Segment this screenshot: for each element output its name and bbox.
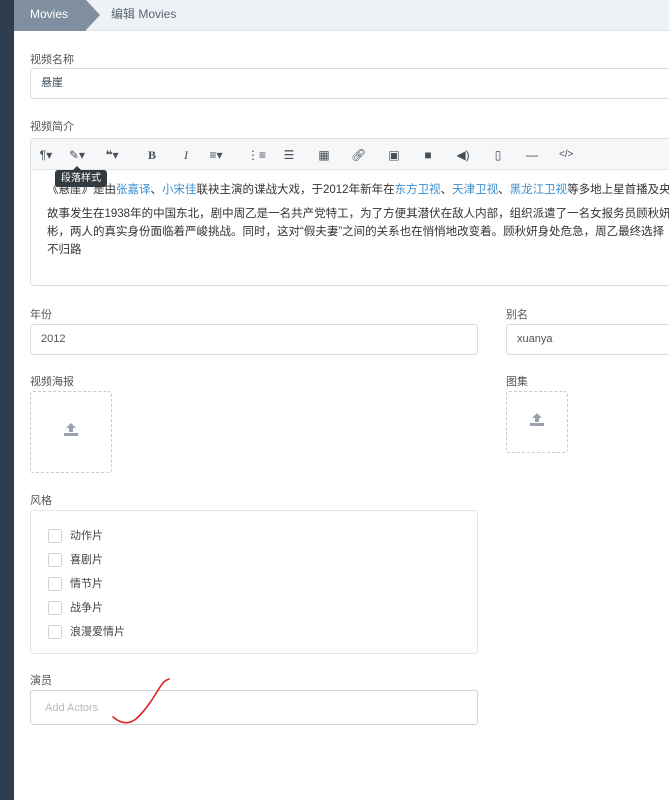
paragraph-style-icon[interactable]: ¶▾	[39, 147, 53, 163]
link-channel-1[interactable]: 东方卫视	[395, 184, 441, 196]
table-icon[interactable]: ▦	[317, 147, 331, 163]
bold-icon[interactable]: B	[145, 147, 159, 163]
year-label: 年份	[30, 309, 52, 321]
link-channel-3[interactable]: 黑龙江卫视	[510, 184, 568, 196]
genre-option-label: 喜剧片	[70, 554, 103, 566]
image-icon[interactable]: ▣	[387, 147, 401, 163]
gallery-label: 图集	[506, 376, 528, 388]
annotation-check-mark	[112, 678, 170, 724]
quote-icon[interactable]: ❝▾	[105, 147, 119, 163]
actors-input[interactable]	[31, 691, 477, 724]
audio-icon[interactable]: ◀︎)	[456, 147, 470, 163]
italic-icon[interactable]: I	[179, 147, 193, 163]
actors-label: 演员	[30, 675, 52, 687]
alias-label: 别名	[506, 309, 528, 321]
editor-toolbar: ¶▾ ✎▾ ❝▾ B I ≡▾ ⋮≡ ☰ ▦ 🔗︎ ▣ ■ ◀︎) ▯ — </…	[31, 139, 669, 170]
file-icon[interactable]: ▯	[491, 147, 505, 163]
genre-option-label: 动作片	[70, 530, 103, 542]
ordered-list-icon[interactable]: ⋮≡	[247, 147, 266, 163]
toolbar-tooltip: 段落样式	[55, 166, 107, 187]
checkbox[interactable]	[48, 553, 62, 567]
genre-option-label: 情节片	[70, 578, 103, 590]
intro-label: 视频简介	[30, 121, 74, 133]
title-input[interactable]: 悬崖	[30, 68, 669, 99]
year-input[interactable]: 2012	[30, 324, 478, 355]
upload-icon	[63, 422, 79, 442]
rich-text-editor[interactable]: ¶▾ ✎▾ ❝▾ B I ≡▾ ⋮≡ ☰ ▦ 🔗︎ ▣ ■ ◀︎) ▯ — </…	[30, 138, 669, 286]
link-channel-2[interactable]: 天津卫视	[452, 184, 498, 196]
poster-upload[interactable]	[30, 391, 112, 473]
breadcrumb-separator	[86, 0, 100, 30]
actors-field[interactable]	[30, 690, 478, 725]
gallery-upload[interactable]	[506, 391, 568, 453]
poster-label: 视频海报	[30, 376, 74, 388]
sidebar	[0, 0, 14, 800]
horizontal-rule-icon[interactable]: —	[525, 147, 539, 163]
code-view-icon[interactable]: </>	[559, 147, 573, 163]
genre-checkbox-group: 动作片 喜剧片 情节片 战争片 浪漫爱情片	[30, 510, 478, 654]
checkbox[interactable]	[48, 577, 62, 591]
checkbox[interactable]	[48, 529, 62, 543]
editor-content[interactable]: 《悬崖》是由张嘉译、小宋佳联袂主演的谍战大戏，于2012年新年在东方卫视、天津卫…	[47, 181, 669, 259]
video-icon[interactable]: ■	[421, 147, 435, 163]
breadcrumb-movies[interactable]: Movies	[14, 0, 86, 31]
breadcrumb-current: 编辑 Movies	[111, 7, 177, 21]
genre-option-label: 战争片	[70, 602, 103, 614]
intro-paragraph-1: 《悬崖》是由张嘉译、小宋佳联袂主演的谍战大戏，于2012年新年在东方卫视、天津卫…	[47, 184, 669, 196]
link-actor-2[interactable]: 小宋佳	[162, 184, 197, 196]
unordered-list-icon[interactable]: ☰	[282, 147, 296, 163]
checkbox[interactable]	[48, 625, 62, 639]
checkbox[interactable]	[48, 601, 62, 615]
genre-label: 风格	[30, 495, 52, 507]
alias-input[interactable]: xuanya	[506, 324, 669, 355]
upload-icon	[529, 412, 545, 432]
magic-wand-icon[interactable]: ✎▾	[69, 147, 85, 163]
intro-paragraph-2: 故事发生在1938年的中国东北，剧中周乙是一名共产党特工，为了方便其潜伏在敌人内…	[47, 208, 669, 256]
title-label: 视频名称	[30, 54, 74, 66]
genre-option-label: 浪漫爱情片	[70, 626, 125, 638]
breadcrumb: Movies 编辑 Movies	[14, 0, 669, 31]
link-icon[interactable]: 🔗︎	[351, 147, 366, 163]
align-icon[interactable]: ≡▾	[209, 147, 223, 163]
link-actor-1[interactable]: 张嘉译	[116, 184, 151, 196]
